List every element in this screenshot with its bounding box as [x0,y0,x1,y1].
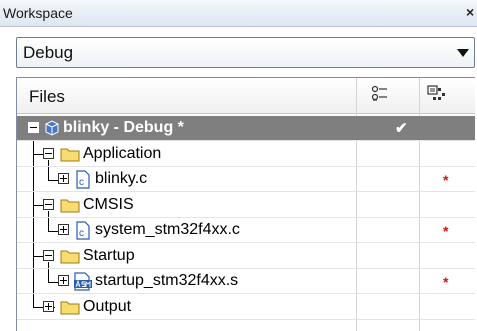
collapse-icon[interactable] [43,250,54,261]
project-cube-icon [44,119,60,142]
tree-row-group[interactable]: Output [17,295,475,320]
project-label: blinky - Debug * [63,119,184,136]
workspace-titlebar: Workspace × [0,0,477,27]
tree-header: Files [17,78,475,114]
asm-file-icon [73,272,93,296]
options-icon[interactable] [371,85,389,108]
folder-icon [60,197,80,218]
expand-icon[interactable] [58,275,69,286]
expand-icon[interactable] [58,173,69,184]
configuration-value: Debug [23,43,74,62]
tree-row-group[interactable]: Application [17,142,475,167]
close-icon[interactable]: × [466,4,474,20]
group-label: Output [83,298,132,315]
tree-row-group[interactable]: Startup [17,244,475,269]
group-label: Application [83,145,162,162]
modified-star: * [443,172,449,188]
file-label: blinky.c [95,170,148,187]
file-label: system_stm32f4xx.c [95,221,240,238]
folder-icon [60,299,80,320]
c-file-icon: c [75,170,91,194]
tree-row-file[interactable]: startup_stm32f4xx.s * [17,269,475,294]
group-label: Startup [83,247,135,264]
group-label: CMSIS [83,196,134,213]
expand-icon[interactable] [58,224,69,235]
tree-row-project[interactable]: blinky - Debug * ✔ [17,116,475,141]
tree-row-file[interactable]: c blinky.c * [17,167,475,192]
tree-row-file[interactable]: c system_stm32f4xx.c * [17,218,475,243]
collapse-icon[interactable] [43,199,54,210]
checkmark-icon[interactable]: ✔ [395,119,408,137]
workspace-file-tree[interactable]: Files blinky - Debug * ✔ Application c b… [16,77,475,331]
svg-text:c: c [79,228,84,239]
svg-text:c: c [79,177,84,188]
collapse-icon[interactable] [28,122,39,133]
expand-icon[interactable] [43,301,54,312]
files-column-header[interactable]: Files [29,87,65,107]
folder-icon [60,146,80,167]
configuration-dropdown[interactable]: Debug [16,37,475,68]
collapse-icon[interactable] [43,148,54,159]
modified-star: * [443,223,449,239]
c-file-icon: c [75,221,91,245]
dropdown-arrow-icon[interactable] [457,49,469,57]
folder-icon [60,248,80,269]
file-label: startup_stm32f4xx.s [95,272,239,289]
build-status-icon[interactable] [427,85,447,108]
modified-star: * [443,274,449,290]
workspace-title: Workspace [3,5,73,21]
tree-row-group[interactable]: CMSIS [17,193,475,218]
